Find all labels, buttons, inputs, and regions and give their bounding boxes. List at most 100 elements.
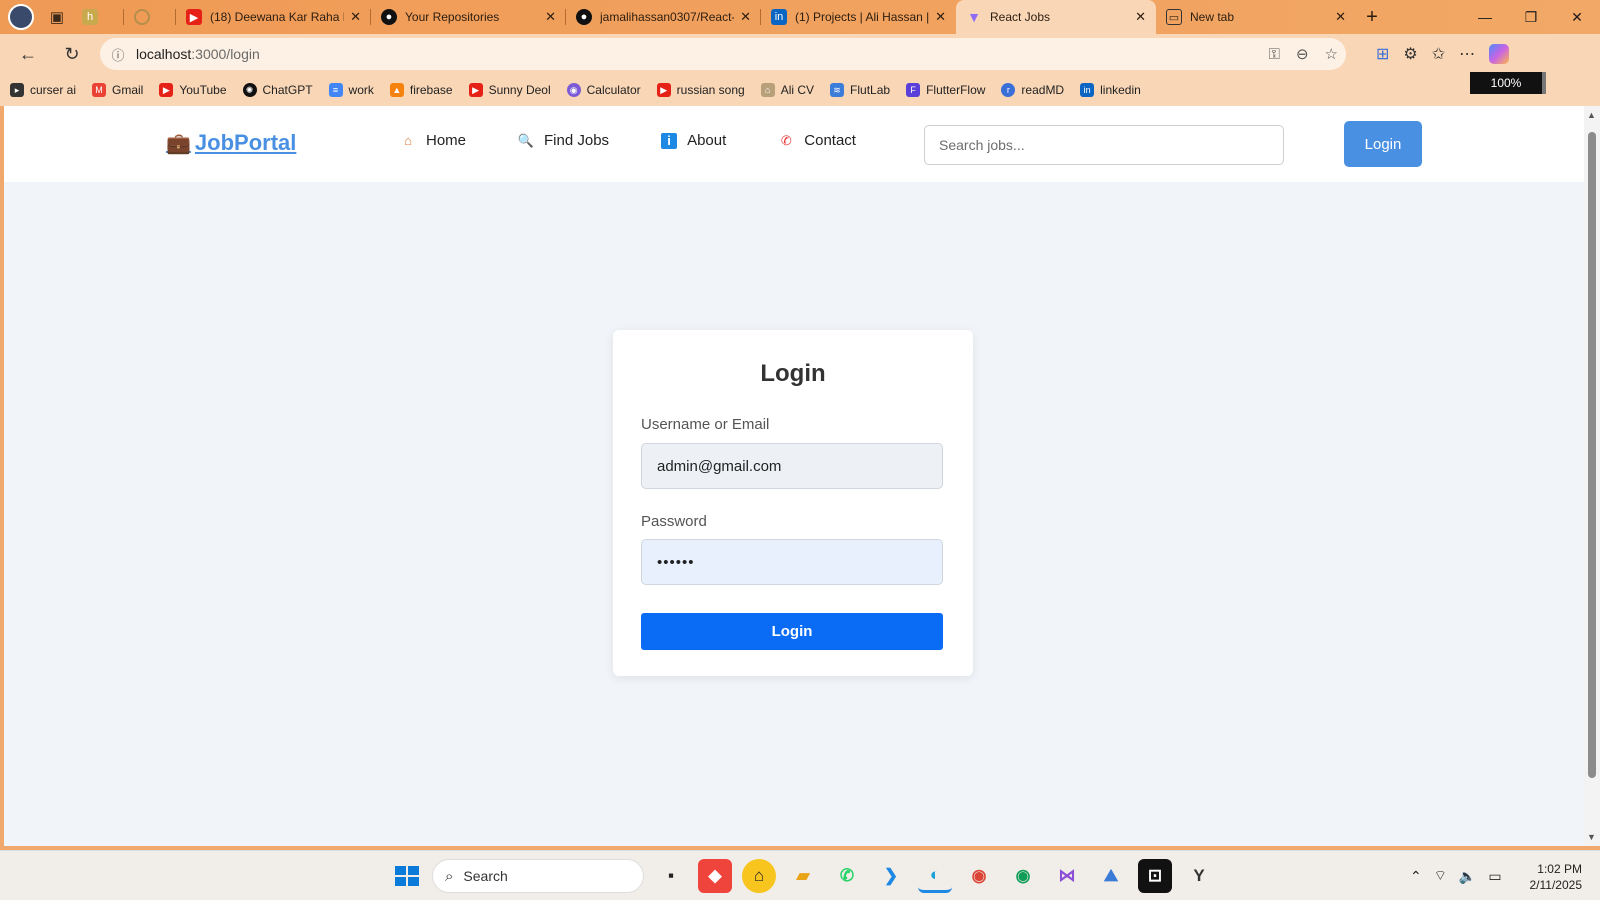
page-scrollbar[interactable]: ▲ ▼ — [1584, 106, 1600, 846]
bookmark-gmail[interactable]: M Gmail — [92, 83, 143, 97]
bookmark-sunny-deol[interactable]: ▶ Sunny Deol — [468, 83, 551, 97]
volume-icon[interactable]: 🔈 — [1459, 868, 1476, 885]
bookmark-label: ChatGPT — [262, 83, 313, 97]
gmail-icon: M — [92, 83, 107, 97]
translate-icon[interactable]: ⊞ — [1376, 44, 1389, 64]
nav-about[interactable]: i About — [661, 132, 726, 149]
bookmark-curser-ai[interactable]: ▸ curser ai — [10, 83, 76, 97]
site-logo[interactable]: 💼 JobPortal — [166, 130, 296, 156]
tab-7[interactable]: ▭ New tab ✕ — [1156, 0, 1356, 34]
nav-contact[interactable]: ✆ Contact — [778, 132, 856, 149]
photos-icon[interactable]: ⛰ — [1094, 859, 1128, 893]
workspaces-icon[interactable]: ▣ — [42, 2, 72, 32]
close-icon[interactable]: ✕ — [545, 9, 556, 25]
tab-0[interactable]: h — [72, 0, 124, 34]
more-menu-icon[interactable]: ⋯ — [1459, 44, 1475, 64]
refresh-icon[interactable]: ↻ — [54, 38, 90, 70]
magnifier-icon: 🔍 — [517, 132, 535, 148]
scroll-up-icon[interactable]: ▲ — [1587, 110, 1596, 120]
edge-icon[interactable]: ◐ — [918, 859, 952, 893]
bookmark-linkedin[interactable]: in linkedin — [1080, 83, 1141, 97]
scrollbar-thumb[interactable] — [1588, 132, 1596, 778]
navbar-login-button[interactable]: Login — [1344, 121, 1422, 167]
favorite-star-icon[interactable]: ☆ — [1325, 45, 1338, 63]
bookmark-ali-cv[interactable]: ⌂ Ali CV — [760, 83, 814, 97]
taskbar-search[interactable]: ⌕ Search — [432, 859, 644, 893]
close-icon[interactable]: ✕ — [1135, 9, 1146, 25]
chevron-up-icon[interactable]: ⌃ — [1410, 868, 1422, 885]
close-icon[interactable]: ✕ — [350, 9, 361, 25]
new-tab-button[interactable]: + — [1356, 6, 1388, 29]
close-window-icon[interactable]: ✕ — [1554, 0, 1600, 34]
login-submit-button[interactable]: Login — [641, 613, 943, 650]
profile-avatar[interactable] — [8, 4, 34, 30]
bookmark-youtube[interactable]: ▶ YouTube — [159, 83, 227, 97]
tab-6-active[interactable]: ▼ React Jobs ✕ — [956, 0, 1156, 34]
briefcase-icon: 💼 — [166, 132, 191, 155]
scroll-down-icon[interactable]: ▼ — [1587, 832, 1596, 842]
vscode-icon[interactable]: ❯ — [874, 859, 908, 893]
anydesk-icon[interactable]: ◆ — [698, 859, 732, 893]
back-icon[interactable]: ← — [10, 38, 46, 70]
battery-icon[interactable]: ▭ — [1488, 868, 1501, 885]
tab-5[interactable]: in (1) Projects | Ali Hassan | L ✕ — [761, 0, 956, 34]
page-viewport: 💼 JobPortal ⌂ Home 🔍 Find Jobs i About ✆… — [4, 106, 1584, 846]
nav-links: ⌂ Home 🔍 Find Jobs i About ✆ Contact — [400, 132, 856, 149]
bookmark-firebase[interactable]: ▲ firebase — [389, 83, 453, 97]
bookmark-calculator[interactable]: ◉ Calculator — [566, 83, 641, 97]
system-clock[interactable]: 1:02 PM 2/11/2025 — [1520, 861, 1583, 893]
newtab-icon: ▭ — [1166, 9, 1182, 25]
postman-icon[interactable]: ⌂ — [742, 859, 776, 893]
whatsapp-icon[interactable]: ✆ — [830, 859, 864, 893]
extensions-icon[interactable]: ⚙ — [1403, 44, 1417, 64]
file-explorer-icon[interactable]: ▰ — [786, 859, 820, 893]
close-icon[interactable]: ✕ — [1335, 9, 1346, 25]
zoom-out-icon[interactable]: ⊖ — [1296, 45, 1309, 63]
bookmark-flutterflow[interactable]: F FlutterFlow — [906, 83, 985, 97]
restore-icon[interactable]: ❐ — [1508, 0, 1554, 34]
copilot-icon[interactable] — [1489, 44, 1510, 64]
omnibox-actions: ⚿ ⊖ ☆ — [1269, 38, 1338, 70]
tab-4[interactable]: ● jamalihassan0307/React-J ✕ — [566, 0, 761, 34]
job-search-input[interactable] — [924, 125, 1284, 165]
tab-3[interactable]: ● Your Repositories ✕ — [371, 0, 566, 34]
tab-2[interactable]: ▶ (18) Deewana Kar Raha H ✕ — [176, 0, 371, 34]
nav-home[interactable]: ⌂ Home — [400, 132, 466, 149]
visual-studio-icon[interactable]: ⋈ — [1050, 859, 1084, 893]
close-icon[interactable]: ✕ — [740, 9, 751, 25]
bookmark-russian-song[interactable]: ▶ russian song — [656, 83, 745, 97]
taskbar-search-label: Search — [463, 868, 508, 884]
site-info-icon[interactable]: ⓘ — [100, 45, 136, 64]
firebase-icon: ▲ — [389, 83, 404, 97]
youtube-icon: ▶ — [656, 83, 671, 97]
bookmark-readmd[interactable]: r readMD — [1001, 83, 1064, 97]
wifi-icon[interactable]: ⌔ — [1434, 867, 1447, 885]
password-label: Password — [641, 513, 707, 530]
bookmark-chatgpt[interactable]: ✺ ChatGPT — [242, 83, 313, 97]
password-field[interactable] — [641, 539, 943, 585]
username-field[interactable] — [641, 443, 943, 489]
favorites-icon[interactable]: ✩ — [1432, 44, 1445, 64]
phone-icon: ✆ — [780, 132, 792, 148]
close-icon[interactable]: ✕ — [935, 9, 946, 25]
url-bar[interactable]: ⓘ localhost:3000/login ⚿ ⊖ ☆ — [100, 38, 1346, 70]
bookmark-label: Sunny Deol — [488, 83, 551, 97]
yandex-icon[interactable]: Y — [1182, 859, 1216, 893]
task-view-icon[interactable]: ▪ — [654, 859, 688, 893]
tab-1[interactable] — [124, 0, 176, 34]
bookmark-work[interactable]: ≡ work — [328, 83, 374, 97]
logo-text: JobPortal — [194, 130, 297, 155]
terminal-app-icon[interactable]: ⊡ — [1138, 859, 1172, 893]
key-icon[interactable]: ⚿ — [1269, 46, 1280, 63]
nav-label: About — [687, 132, 727, 149]
minimize-icon[interactable]: — — [1462, 0, 1508, 34]
start-windows-icon[interactable] — [388, 859, 422, 893]
flutlab-icon: ≋ — [830, 83, 845, 97]
chatgpt-icon: ✺ — [242, 83, 257, 97]
chrome-profile-icon[interactable]: ◉ — [1006, 859, 1040, 893]
bookmark-label: Gmail — [112, 83, 144, 97]
chrome-icon[interactable]: ◉ — [962, 859, 996, 893]
nav-find-jobs[interactable]: 🔍 Find Jobs — [518, 132, 609, 149]
github-icon: ● — [381, 9, 397, 25]
bookmark-flutlab[interactable]: ≋ FlutLab — [830, 83, 890, 97]
